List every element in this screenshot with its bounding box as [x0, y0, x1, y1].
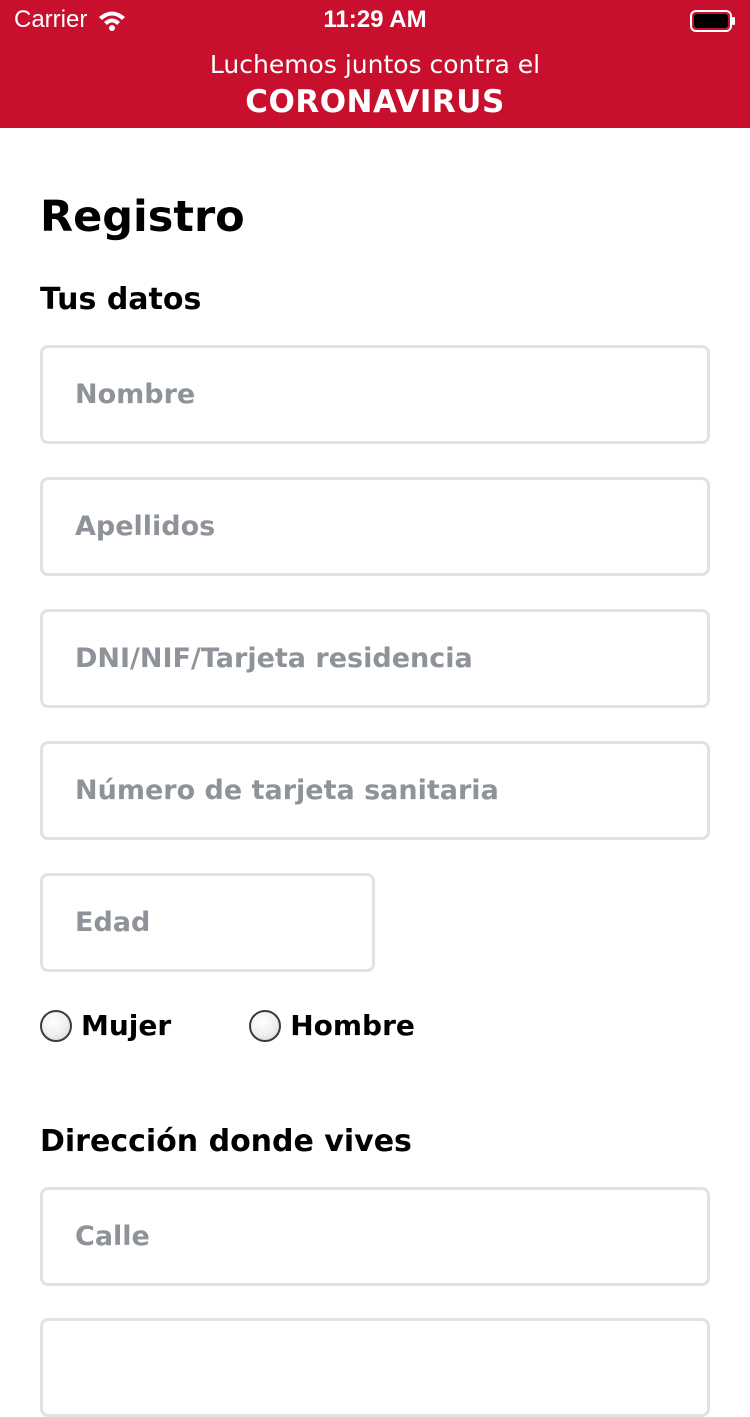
header-tagline: Luchemos juntos contra el	[209, 50, 541, 79]
radio-label-hombre: Hombre	[290, 1009, 415, 1042]
tarjeta-sanitaria-field[interactable]	[40, 741, 710, 840]
app-header: Carrier 11:29 AM Luchemos juntos contra …	[0, 0, 750, 128]
dni-field[interactable]	[40, 609, 710, 708]
section-title-tus-datos: Tus datos	[40, 282, 202, 317]
dni-input[interactable]	[43, 612, 707, 705]
status-bar: Carrier 11:29 AM	[0, 0, 750, 40]
header-brand: CORONAVIRUS	[245, 84, 505, 120]
nombre-field[interactable]	[40, 345, 710, 444]
radio-button-mujer[interactable]	[40, 1009, 72, 1042]
page-title: Registro	[40, 192, 245, 242]
radio-button-hombre[interactable]	[249, 1009, 282, 1042]
gender-radio-group: Mujer Hombre	[40, 1009, 493, 1042]
battery-icon	[690, 10, 735, 32]
radio-label-mujer: Mujer	[81, 1009, 172, 1042]
calle-field[interactable]	[40, 1187, 710, 1286]
apellidos-field[interactable]	[40, 477, 710, 576]
edad-input[interactable]	[43, 876, 372, 969]
section-title-direccion: Dirección donde vives	[40, 1124, 412, 1159]
address-next-field[interactable]	[40, 1318, 710, 1417]
nombre-input[interactable]	[43, 348, 707, 441]
address-next-input[interactable]	[43, 1321, 707, 1414]
status-time: 11:29 AM	[323, 6, 427, 33]
apellidos-input[interactable]	[43, 480, 707, 573]
calle-input[interactable]	[43, 1190, 707, 1283]
gender-option-mujer[interactable]: Mujer	[40, 1009, 171, 1042]
edad-field[interactable]	[40, 873, 375, 972]
gender-option-hombre[interactable]: Hombre	[249, 1009, 415, 1042]
tarjeta-sanitaria-input[interactable]	[43, 744, 707, 837]
